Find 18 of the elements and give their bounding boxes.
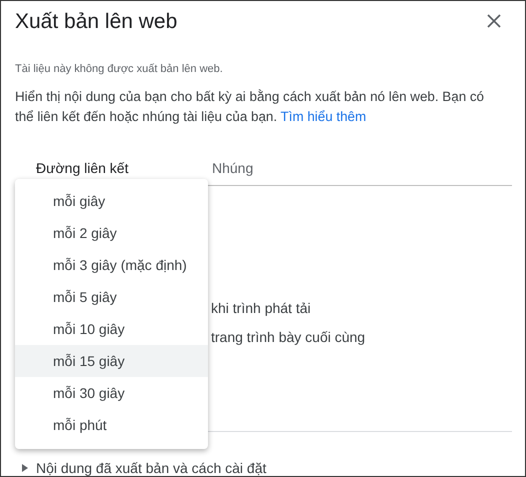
description-text: Hiển thị nội dung của bạn cho bất kỳ ai bằng cách xuất bản nó lên web. Bạn có thể liên kết đến hoặc nhúng tài liệu của bạn. Tìm hiểu thêm xyxy=(15,88,485,126)
menu-item[interactable]: mỗi phút xyxy=(15,409,208,441)
menu-item[interactable]: mỗi 3 giây (mặc định) xyxy=(15,249,208,281)
menu-item[interactable]: mỗi 2 giây xyxy=(15,217,208,249)
menu-item[interactable]: mỗi 30 giây xyxy=(15,377,208,409)
learn-more-link[interactable]: Tìm hiểu thêm xyxy=(280,109,366,124)
menu-item[interactable]: mỗi 15 giây xyxy=(15,345,208,377)
option-text: khi trình phát tải xyxy=(211,299,312,318)
tab[interactable]: Nhúng xyxy=(191,153,254,186)
menu-item[interactable]: mỗi 5 giây xyxy=(15,281,208,313)
dialog-title: Xuất bản lên web xyxy=(15,10,178,34)
status-text: Tài liệu này không được xuất bản lên web. xyxy=(15,63,224,75)
caret-icon[interactable] xyxy=(22,464,28,472)
section-header[interactable]: Nội dung đã xuất bản và cách cài đặt xyxy=(36,460,266,476)
menu-item[interactable]: mỗi giây xyxy=(15,185,208,217)
option-text: trang trình bày cuối cùng xyxy=(211,328,366,347)
menu-item[interactable]: mỗi 10 giây xyxy=(15,313,208,345)
close-icon[interactable] xyxy=(487,14,501,28)
